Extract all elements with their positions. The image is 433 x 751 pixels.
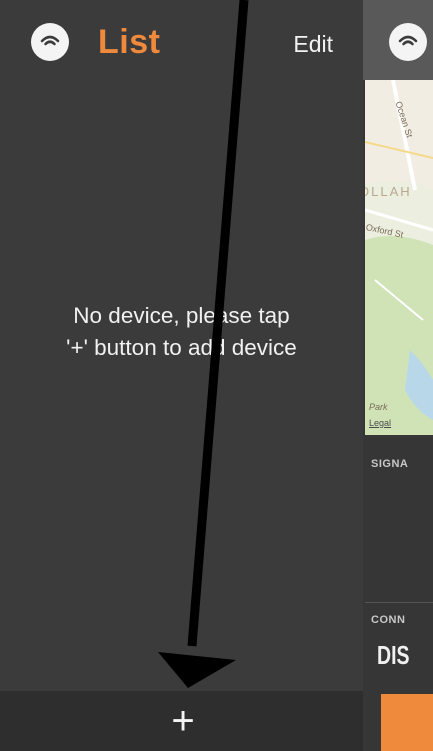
connection-section-label: CONN [371, 614, 406, 626]
app-screen: List Edit No device, please tap '+' butt… [0, 0, 433, 751]
map-legal-link[interactable]: Legal [369, 418, 391, 428]
wifi-signal-icon[interactable] [389, 23, 427, 61]
add-device-button[interactable]: + [161, 699, 205, 743]
location-map[interactable]: Ocean St OLLAH Oxford St Park Legal [365, 80, 433, 435]
empty-state-line-2: '+' button to add device [66, 335, 297, 360]
page-title: List [98, 23, 161, 61]
empty-state-message: No device, please tap '+' button to add … [0, 300, 363, 364]
bottom-toolbar: + [0, 691, 363, 751]
connection-status: DIS [377, 640, 410, 670]
connect-action-button[interactable] [381, 694, 433, 751]
edit-button[interactable]: Edit [293, 30, 333, 58]
device-list-panel: List Edit No device, please tap '+' butt… [0, 0, 363, 751]
section-divider [365, 602, 433, 603]
empty-state-line-1: No device, please tap [73, 303, 290, 328]
map-park-label: Park [369, 402, 388, 412]
device-detail-panel: Ocean St OLLAH Oxford St Park Legal SIGN… [363, 0, 433, 751]
list-header: List Edit [0, 0, 363, 80]
detail-header [363, 0, 433, 80]
wifi-signal-icon[interactable] [31, 23, 69, 61]
signal-section-label: SIGNA [371, 458, 409, 470]
map-area-label: OLLAH [365, 184, 412, 199]
map-background [365, 80, 433, 435]
